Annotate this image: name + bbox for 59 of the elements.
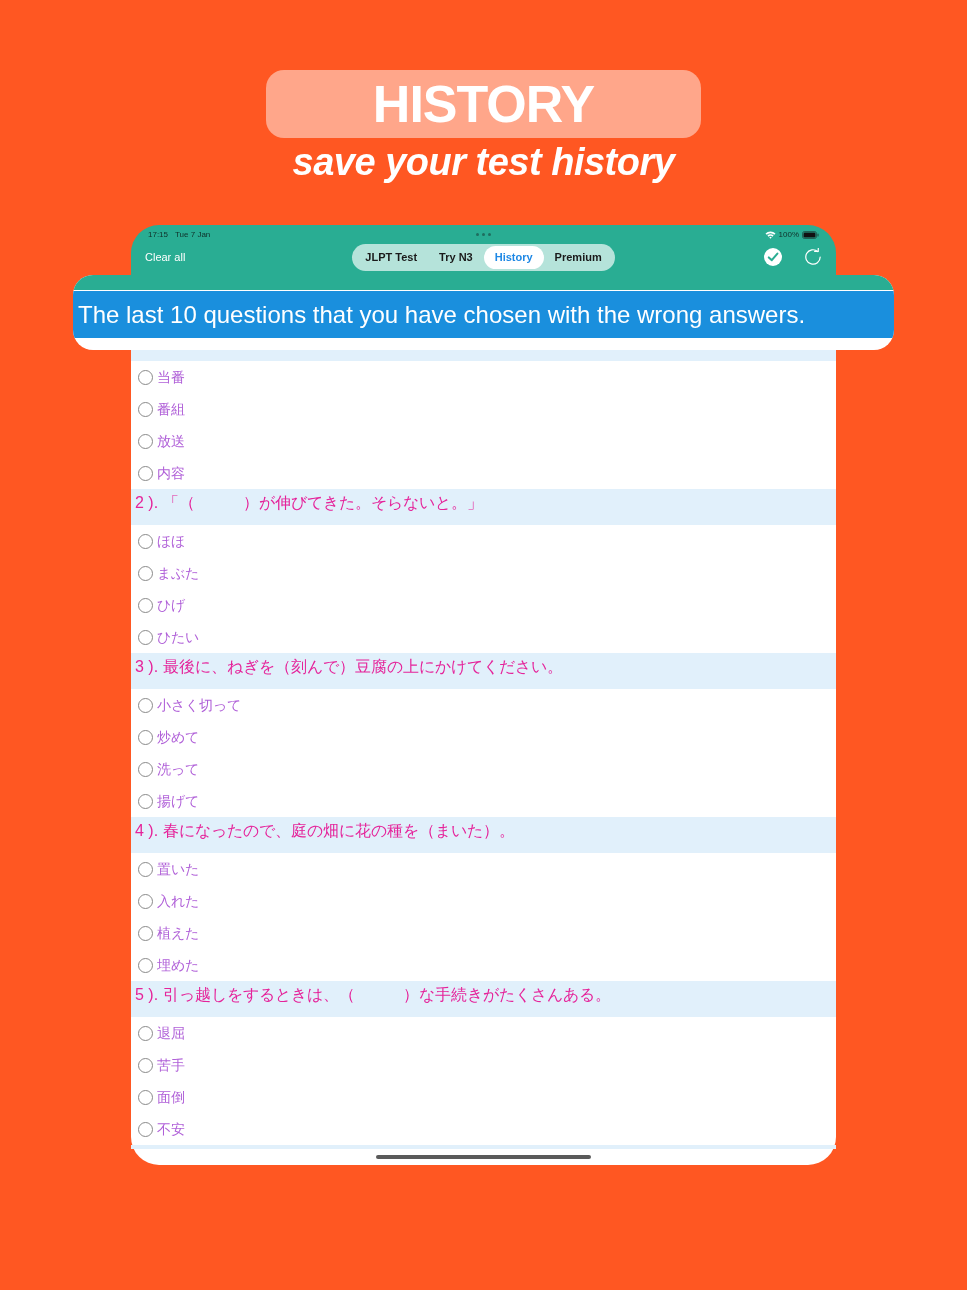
question-text: 5 ). 引っ越しをするときは、（ ）な手続きがたくさんある。 (135, 985, 612, 1005)
tab[interactable]: Try N3 (428, 245, 484, 269)
option-label: 入れた (157, 892, 199, 910)
radio-button[interactable] (138, 597, 153, 613)
option-label: ほほ (157, 532, 185, 550)
question-text: 4 ). 春になったので、庭の畑に花の種を（まいた）。 (135, 821, 516, 841)
radio-button[interactable] (138, 369, 153, 385)
radio-button[interactable] (138, 793, 153, 809)
option-label: 当番 (157, 368, 185, 386)
wifi-icon (764, 230, 776, 239)
option-label: 放送 (157, 432, 185, 450)
option-label: 面倒 (157, 1088, 185, 1106)
option-label: 内容 (157, 464, 185, 482)
radio-button[interactable] (138, 697, 153, 713)
radio-button[interactable] (138, 761, 153, 777)
radio-button[interactable] (138, 729, 153, 745)
radio-button[interactable] (138, 565, 153, 581)
status-date: Tue 7 Jan (175, 229, 211, 240)
tab[interactable]: History (483, 245, 544, 269)
radio-button[interactable] (138, 533, 153, 549)
radio-button[interactable] (138, 925, 153, 941)
more-dots-icon (476, 233, 491, 236)
status-time: 17:15 (148, 229, 169, 240)
option-label: ひげ (157, 596, 185, 614)
radio-button[interactable] (138, 629, 153, 645)
option-label: 洗って (157, 760, 199, 778)
banner-text: The last 10 questions that you have chosen with the wrong answers. (78, 300, 806, 329)
option-label: ひたい (157, 628, 199, 646)
tab[interactable]: Premium (543, 245, 613, 269)
option-label: 埋めた (157, 956, 199, 974)
radio-button[interactable] (138, 957, 153, 973)
option-label: 不安 (157, 1120, 185, 1138)
radio-button[interactable] (138, 1025, 153, 1041)
radio-button[interactable] (138, 861, 153, 877)
option-label: 小さく切って (157, 696, 241, 714)
radio-button[interactable] (138, 1121, 153, 1137)
option-label: 苦手 (157, 1056, 185, 1074)
page-title: HISTORY (372, 78, 595, 130)
option-label: 番組 (157, 400, 185, 418)
option-label: 炒めて (157, 728, 199, 746)
tab[interactable]: JLPT Test (354, 245, 429, 269)
option-label: 揚げて (157, 792, 199, 810)
check-circle-icon[interactable] (764, 248, 782, 266)
battery-percent: 100% (778, 229, 799, 240)
option-label: 植えた (157, 924, 199, 942)
radio-button[interactable] (138, 465, 153, 481)
question-text: 3 ). 最後に、ねぎを（刻んで）豆腐の上にかけてください。 (135, 657, 564, 677)
option-label: 置いた (157, 860, 199, 878)
radio-button[interactable] (138, 1089, 153, 1105)
refresh-icon[interactable] (804, 248, 822, 266)
radio-button[interactable] (138, 893, 153, 909)
option-label: まぶた (157, 564, 199, 582)
question-text: 2 ). 「（ ）が伸びてきた。そらないと。」 (135, 493, 484, 513)
battery-icon (802, 230, 819, 239)
radio-button[interactable] (138, 401, 153, 417)
radio-button[interactable] (138, 1057, 153, 1073)
radio-button[interactable] (138, 433, 153, 449)
page-subtitle: save your test history (292, 140, 675, 184)
option-label: 退屈 (157, 1024, 185, 1042)
